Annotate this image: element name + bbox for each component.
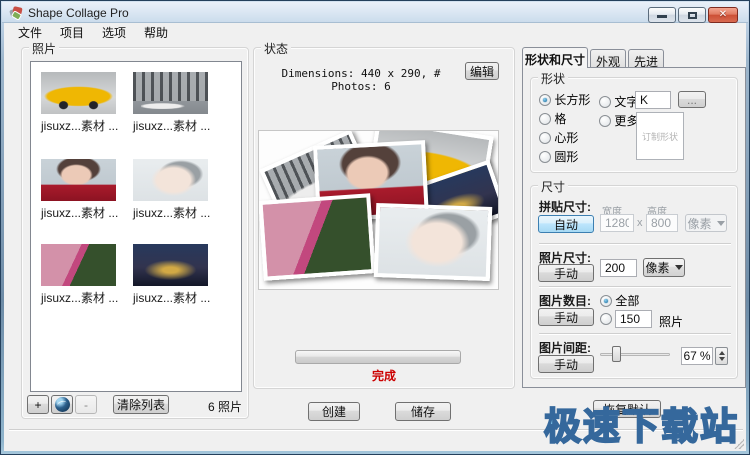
title-bar: Shape Collage Pro ✕ bbox=[2, 2, 748, 23]
radio-text[interactable] bbox=[599, 96, 611, 108]
radio-heart[interactable] bbox=[539, 132, 551, 144]
collage-height-input bbox=[646, 214, 678, 232]
app-window: Shape Collage Pro ✕ 文件 项目 选项 帮助 照片 jisux… bbox=[0, 0, 750, 455]
dropdown-arrow-icon bbox=[717, 221, 725, 226]
photos-groupbox: 照片 jisuxz...素材 ... jisuxz...素材 ... jisux… bbox=[21, 47, 249, 419]
minimize-button[interactable] bbox=[648, 7, 676, 23]
shape-option-circle[interactable]: 圆形 bbox=[539, 148, 578, 165]
spacing-value-field[interactable]: 67% bbox=[681, 347, 713, 365]
tab-shape-and-size[interactable]: 形状和尺寸 bbox=[522, 47, 588, 68]
shape-text-input[interactable] bbox=[635, 91, 671, 109]
spacing-manual-button[interactable]: 手动 bbox=[538, 355, 594, 373]
spinner-down-icon[interactable] bbox=[719, 357, 725, 361]
collage-unit-dropdown: 像素 bbox=[685, 214, 727, 232]
maximize-button[interactable] bbox=[678, 7, 706, 23]
collage-preview[interactable] bbox=[258, 130, 499, 290]
collage-photo-portrait bbox=[374, 203, 493, 281]
status-group-title: 状态 bbox=[261, 40, 291, 57]
photos-group-title: 照片 bbox=[29, 40, 59, 57]
shape-option-heart[interactable]: 心形 bbox=[539, 129, 578, 146]
collage-width-input bbox=[600, 214, 634, 232]
add-from-web-button[interactable] bbox=[51, 395, 73, 414]
photo-thumbnail-portrait[interactable] bbox=[133, 159, 208, 201]
close-icon: ✕ bbox=[709, 9, 737, 20]
collage-dimensions-text: Dimensions: 440 x 290, # Photos: 6 bbox=[263, 67, 459, 93]
photo-caption: jisuxz...素材 ... bbox=[133, 204, 210, 221]
shape-option-rectangle[interactable]: 长方形 bbox=[539, 91, 590, 108]
progress-bar bbox=[295, 350, 461, 364]
photo-thumbnail-flowers[interactable] bbox=[41, 244, 116, 286]
radio-grid[interactable] bbox=[539, 113, 551, 125]
photo-count-text: 6 照片 bbox=[172, 398, 242, 415]
close-button[interactable]: ✕ bbox=[708, 7, 738, 23]
photo-thumbnail-castle[interactable] bbox=[133, 244, 208, 286]
photo-thumbnail-white-car[interactable] bbox=[133, 72, 208, 114]
collage-size-auto-button[interactable]: 自动 bbox=[538, 215, 594, 233]
radio-all-photos[interactable] bbox=[600, 295, 612, 307]
photo-caption: jisuxz...素材 ... bbox=[41, 289, 118, 306]
maximize-icon bbox=[688, 12, 697, 19]
photo-caption: jisuxz...素材 ... bbox=[133, 289, 210, 306]
radio-rectangle[interactable] bbox=[539, 94, 551, 106]
collage-photo-flowers bbox=[258, 193, 375, 281]
menu-help[interactable]: 帮助 bbox=[135, 22, 177, 43]
photo-count-manual-button[interactable]: 手动 bbox=[538, 308, 594, 326]
photo-count-unit-label: 照片 bbox=[659, 313, 683, 330]
custom-shape-box[interactable]: 订制形状 bbox=[636, 112, 684, 160]
tab-advanced[interactable]: 先进 bbox=[628, 49, 664, 68]
photo-list[interactable]: jisuxz...素材 ... jisuxz...素材 ... jisuxz..… bbox=[30, 61, 242, 392]
add-photo-button[interactable]: + bbox=[27, 395, 49, 414]
photo-size-manual-button[interactable]: 手动 bbox=[538, 264, 594, 282]
spinner-up-icon[interactable] bbox=[719, 351, 725, 355]
done-status-text: 完成 bbox=[253, 367, 515, 384]
clear-list-button[interactable]: 清除列表 bbox=[113, 395, 169, 414]
size-group-title: 尺寸 bbox=[538, 178, 568, 195]
dropdown-arrow-icon bbox=[675, 265, 683, 270]
radio-circle[interactable] bbox=[539, 151, 551, 163]
spacing-spinner[interactable] bbox=[715, 347, 728, 365]
photo-count-all-option[interactable]: 全部 bbox=[600, 292, 639, 309]
window-title: Shape Collage Pro bbox=[28, 6, 129, 20]
radio-more[interactable] bbox=[599, 115, 611, 127]
size-groupbox: 尺寸 拼贴尺寸: 自动 宽度 高度 x 像素 照片尺寸: 手动 像素 图片数目:… bbox=[530, 185, 738, 379]
photo-caption: jisuxz...素材 ... bbox=[41, 117, 118, 134]
create-button[interactable]: 创建 bbox=[308, 402, 360, 421]
collage-size-label: 拼贴尺寸: bbox=[539, 198, 591, 215]
save-button[interactable]: 储存 bbox=[395, 402, 451, 421]
tab-appearance[interactable]: 外观 bbox=[590, 49, 626, 68]
shape-option-text[interactable]: 文字 bbox=[599, 93, 638, 110]
site-watermark: 极速下载站 bbox=[544, 396, 739, 450]
spacing-slider-handle[interactable] bbox=[612, 346, 621, 362]
photo-count-label: 图片数目: bbox=[539, 292, 591, 309]
shape-group-title: 形状 bbox=[538, 70, 568, 87]
menu-options[interactable]: 选项 bbox=[93, 22, 135, 43]
menu-bar: 文件 项目 选项 帮助 bbox=[4, 23, 746, 42]
shape-option-more[interactable]: 更多 bbox=[599, 112, 638, 129]
times-label: x bbox=[637, 217, 643, 229]
shape-option-grid[interactable]: 格 bbox=[539, 110, 566, 127]
app-icon bbox=[9, 6, 23, 20]
minimize-icon bbox=[657, 15, 667, 18]
remove-photo-button[interactable]: - bbox=[75, 395, 97, 414]
spacing-slider-track[interactable] bbox=[600, 353, 670, 356]
photo-size-input[interactable] bbox=[600, 259, 637, 277]
photo-caption: jisuxz...素材 ... bbox=[41, 204, 118, 221]
globe-icon bbox=[55, 397, 70, 412]
edit-button[interactable]: 编辑 bbox=[465, 62, 499, 80]
browse-shape-button[interactable]: ... bbox=[678, 91, 706, 108]
photo-spacing-label: 图片间距: bbox=[539, 339, 591, 356]
shape-groupbox: 形状 长方形 格 心形 圆形 文字 ... 更多 订制形状 bbox=[530, 77, 738, 173]
photo-thumbnail-red-dress[interactable] bbox=[41, 159, 116, 201]
photo-thumbnail-yellow-suv[interactable] bbox=[41, 72, 116, 114]
photo-count-input[interactable] bbox=[615, 310, 652, 328]
radio-photo-count[interactable] bbox=[600, 313, 612, 325]
photo-caption: jisuxz...素材 ... bbox=[133, 117, 210, 134]
photo-size-unit-dropdown[interactable]: 像素 bbox=[643, 258, 685, 277]
